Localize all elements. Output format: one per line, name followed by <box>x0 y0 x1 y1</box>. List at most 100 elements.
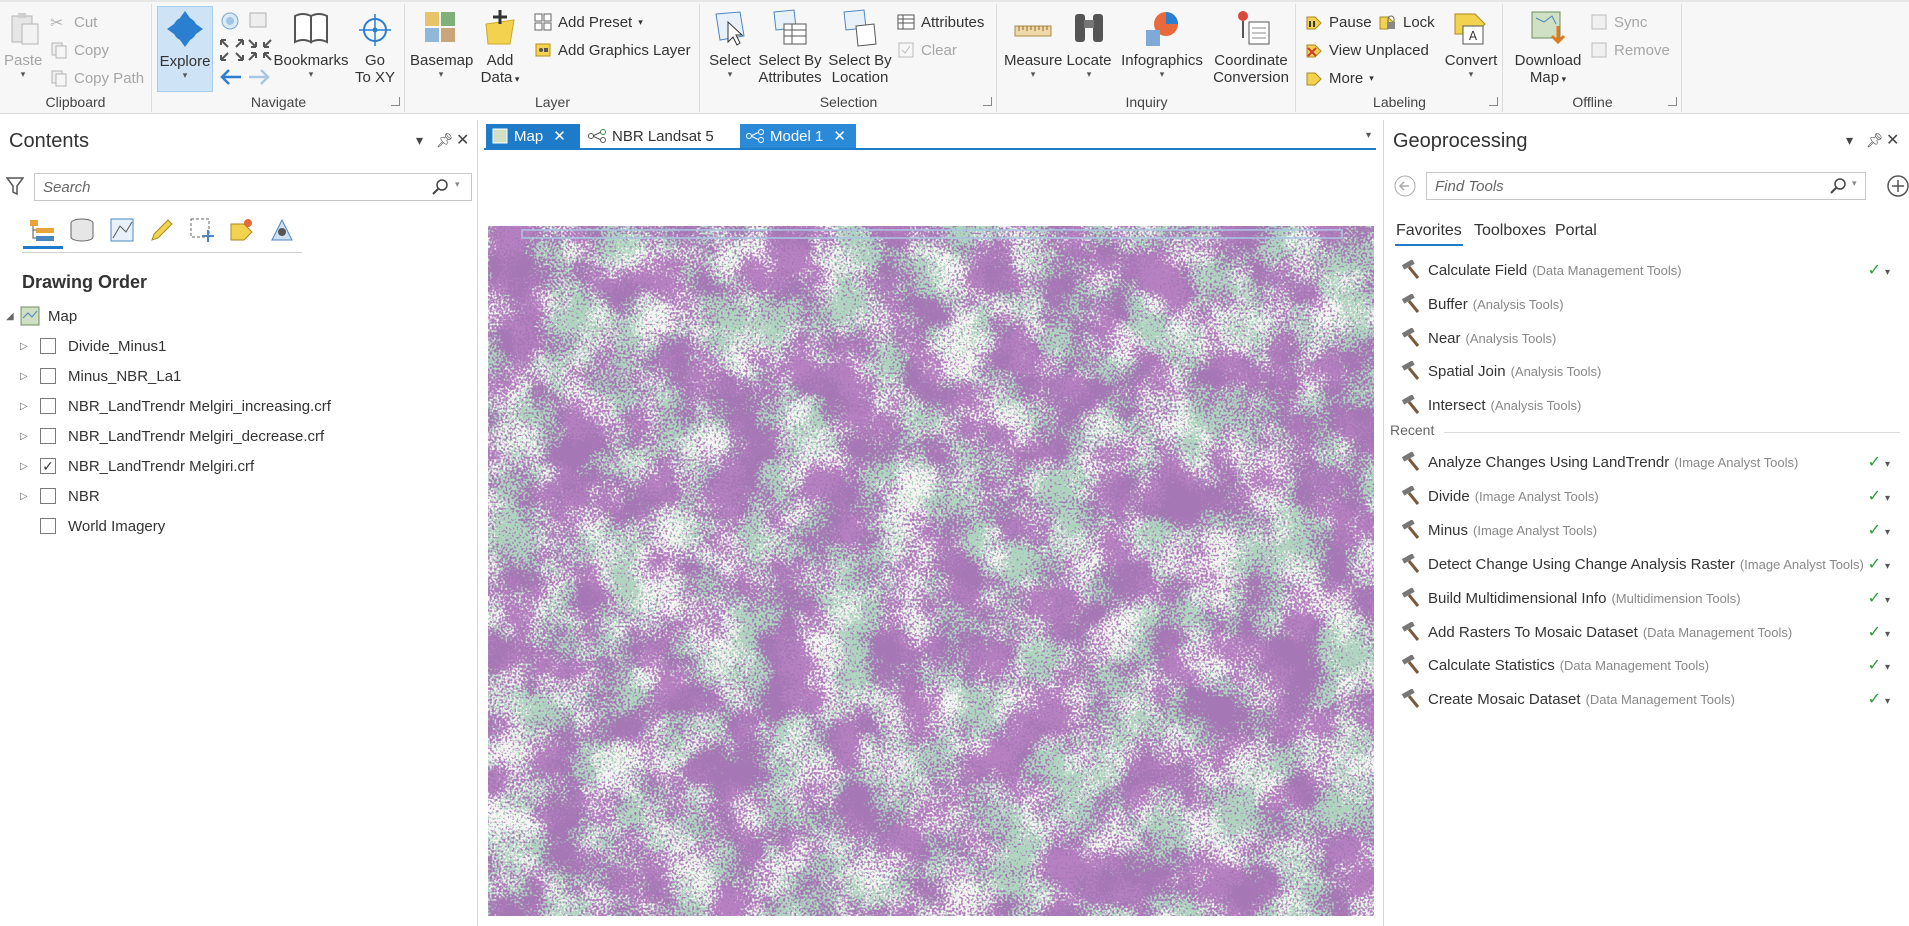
paste-button[interactable]: Paste ▾ <box>4 8 42 79</box>
pane-menu-icon[interactable]: ▾ <box>416 132 423 149</box>
select-button[interactable]: Select ▾ <box>707 8 753 79</box>
list-by-drawing-order-icon[interactable] <box>28 216 56 244</box>
search-icon[interactable] <box>432 178 450 196</box>
measure-dropdown-icon[interactable]: ▾ <box>1004 69 1062 79</box>
tool-row[interactable]: Analyze Changes Using LandTrendr (Image … <box>1400 447 1900 477</box>
close-tab-icon[interactable]: ✕ <box>833 127 846 145</box>
fixed-zoom-out-icon[interactable] <box>247 38 273 62</box>
add-graphics-layer-button[interactable]: Add Graphics Layer <box>534 38 691 62</box>
close-icon[interactable]: ✕ <box>1886 130 1899 150</box>
paste-dropdown-icon[interactable]: ▾ <box>4 69 42 79</box>
tab-model-1[interactable]: Model 1 ✕ <box>740 124 856 148</box>
copy-path-button[interactable]: Copy Path <box>50 66 144 90</box>
tab-portal[interactable]: Portal <box>1555 222 1597 240</box>
lock-labeling-button[interactable]: Lock <box>1379 10 1435 34</box>
tab-toolboxes[interactable]: Toolboxes <box>1474 222 1546 240</box>
add-preset-button[interactable]: Add Preset ▾ <box>534 10 643 34</box>
success-check-icon[interactable]: ✓ <box>1868 622 1890 642</box>
download-map-button[interactable]: Download Map ▾ <box>1510 8 1586 88</box>
back-icon[interactable] <box>1393 174 1417 198</box>
explore-button[interactable]: Explore ▾ <box>157 6 213 92</box>
fixed-zoom-in-icon[interactable] <box>219 38 245 62</box>
infographics-button[interactable]: Infographics ▾ <box>1118 8 1206 79</box>
bookmarks-button[interactable]: Bookmarks ▾ <box>273 8 349 79</box>
success-check-icon[interactable]: ✓ <box>1868 520 1890 540</box>
tabs-overflow-icon[interactable]: ▾ <box>1366 130 1371 141</box>
selection-launcher-icon[interactable] <box>983 97 992 106</box>
add-data-button[interactable]: Add Data ▾ <box>478 8 522 88</box>
tool-row[interactable]: Calculate Statistics (Data Management To… <box>1400 650 1900 680</box>
expand-icon[interactable]: ▷ <box>20 491 34 502</box>
layer-row[interactable]: World Imagery <box>20 512 165 540</box>
tool-row[interactable]: Buffer (Analysis Tools) <box>1400 289 1900 319</box>
layer-checkbox[interactable] <box>40 398 56 414</box>
expand-icon[interactable]: ▷ <box>20 341 34 352</box>
pause-labeling-button[interactable]: Pause <box>1305 10 1372 34</box>
offline-launcher-icon[interactable] <box>1668 97 1677 106</box>
list-by-selection-icon[interactable] <box>108 216 136 244</box>
layer-checkbox[interactable] <box>40 518 56 534</box>
close-icon[interactable]: ✕ <box>456 130 469 150</box>
layer-row[interactable]: ▷ NBR_LandTrendr Melgiri_decrease.crf <box>20 422 324 450</box>
contents-search-input[interactable]: Search <box>34 173 472 201</box>
select-by-location-button[interactable]: Select By Location <box>825 8 895 86</box>
explore-dropdown-icon[interactable]: ▾ <box>158 70 212 80</box>
pane-menu-icon[interactable]: ▾ <box>1846 132 1853 149</box>
remove-button[interactable]: Remove <box>1590 38 1670 62</box>
success-check-icon[interactable]: ✓ <box>1868 689 1890 709</box>
search-dropdown-icon[interactable]: ▾ <box>1852 178 1857 189</box>
layer-row[interactable]: ▷ ✓ NBR_LandTrendr Melgiri.crf <box>20 452 254 480</box>
layer-checkbox-checked[interactable]: ✓ <box>40 458 56 474</box>
coordinate-conversion-button[interactable]: Coordinate Conversion <box>1210 8 1292 86</box>
tool-row[interactable]: Near (Analysis Tools) <box>1400 323 1900 353</box>
success-check-icon[interactable]: ✓ <box>1868 452 1890 472</box>
layer-checkbox[interactable] <box>40 368 56 384</box>
map-canvas[interactable] <box>488 186 1374 916</box>
locate-dropdown-icon[interactable]: ▾ <box>1064 69 1114 79</box>
pin-icon[interactable]: 📌︎ <box>1866 132 1884 149</box>
tab-map[interactable]: Map ✕ <box>486 124 580 148</box>
layer-checkbox[interactable] <box>40 338 56 354</box>
sync-button[interactable]: Sync <box>1590 10 1647 34</box>
previous-extent-icon[interactable] <box>219 68 243 86</box>
select-by-attributes-button[interactable]: Select By Attributes <box>755 8 825 86</box>
expand-icon[interactable]: ▷ <box>20 401 34 412</box>
layer-row[interactable]: ▷ NBR_LandTrendr Melgiri_increasing.crf <box>20 392 331 420</box>
tool-row[interactable]: Add Rasters To Mosaic Dataset (Data Mana… <box>1400 617 1900 647</box>
select-dropdown-icon[interactable]: ▾ <box>707 69 753 79</box>
success-check-icon[interactable]: ✓ <box>1868 588 1890 608</box>
list-by-labeling-icon[interactable] <box>228 216 256 244</box>
bookmarks-dropdown-icon[interactable]: ▾ <box>273 69 349 79</box>
clear-selection-button[interactable]: Clear <box>897 38 957 62</box>
layer-checkbox[interactable] <box>40 488 56 504</box>
layer-row[interactable]: ▷ Divide_Minus1 <box>20 332 166 360</box>
tab-nbr-landsat[interactable]: NBR Landsat 5 <box>582 124 732 148</box>
tool-row[interactable]: Minus (Image Analyst Tools) ✓ <box>1400 515 1900 545</box>
locate-button[interactable]: Locate ▾ <box>1064 8 1114 79</box>
expand-icon[interactable]: ▷ <box>20 431 34 442</box>
copy-button[interactable]: Copy <box>50 38 109 62</box>
labeling-launcher-icon[interactable] <box>1489 97 1498 106</box>
tool-row[interactable]: Calculate Field (Data Management Tools) … <box>1400 255 1900 285</box>
list-by-editing-icon[interactable] <box>148 216 176 244</box>
collapse-icon[interactable]: ◢ <box>6 311 20 322</box>
cut-button[interactable]: ✂ Cut <box>50 10 97 34</box>
layer-checkbox[interactable] <box>40 428 56 444</box>
map-node[interactable]: ◢ Map <box>6 302 77 330</box>
search-dropdown-icon[interactable]: ▾ <box>455 179 460 190</box>
expand-icon[interactable]: ▷ <box>20 461 34 472</box>
add-toolbox-icon[interactable] <box>1886 174 1909 198</box>
list-by-source-icon[interactable] <box>68 216 96 244</box>
zoom-layer-icon[interactable] <box>247 10 269 32</box>
convert-dropdown-icon[interactable]: ▾ <box>1443 69 1499 79</box>
list-by-perspective-imagery-icon[interactable] <box>268 216 296 244</box>
success-check-icon[interactable]: ✓ <box>1868 260 1890 280</box>
measure-button[interactable]: Measure ▾ <box>1004 8 1062 79</box>
tool-row[interactable]: Build Multidimensional Info (Multidimens… <box>1400 583 1900 613</box>
go-to-xy-button[interactable]: Go To XY <box>349 8 401 86</box>
next-extent-icon[interactable] <box>247 68 271 86</box>
find-tools-input[interactable]: Find Tools <box>1426 172 1866 200</box>
infographics-dropdown-icon[interactable]: ▾ <box>1118 69 1206 79</box>
tool-row[interactable]: Create Mosaic Dataset (Data Management T… <box>1400 684 1900 714</box>
layer-row[interactable]: ▷ Minus_NBR_La1 <box>20 362 181 390</box>
